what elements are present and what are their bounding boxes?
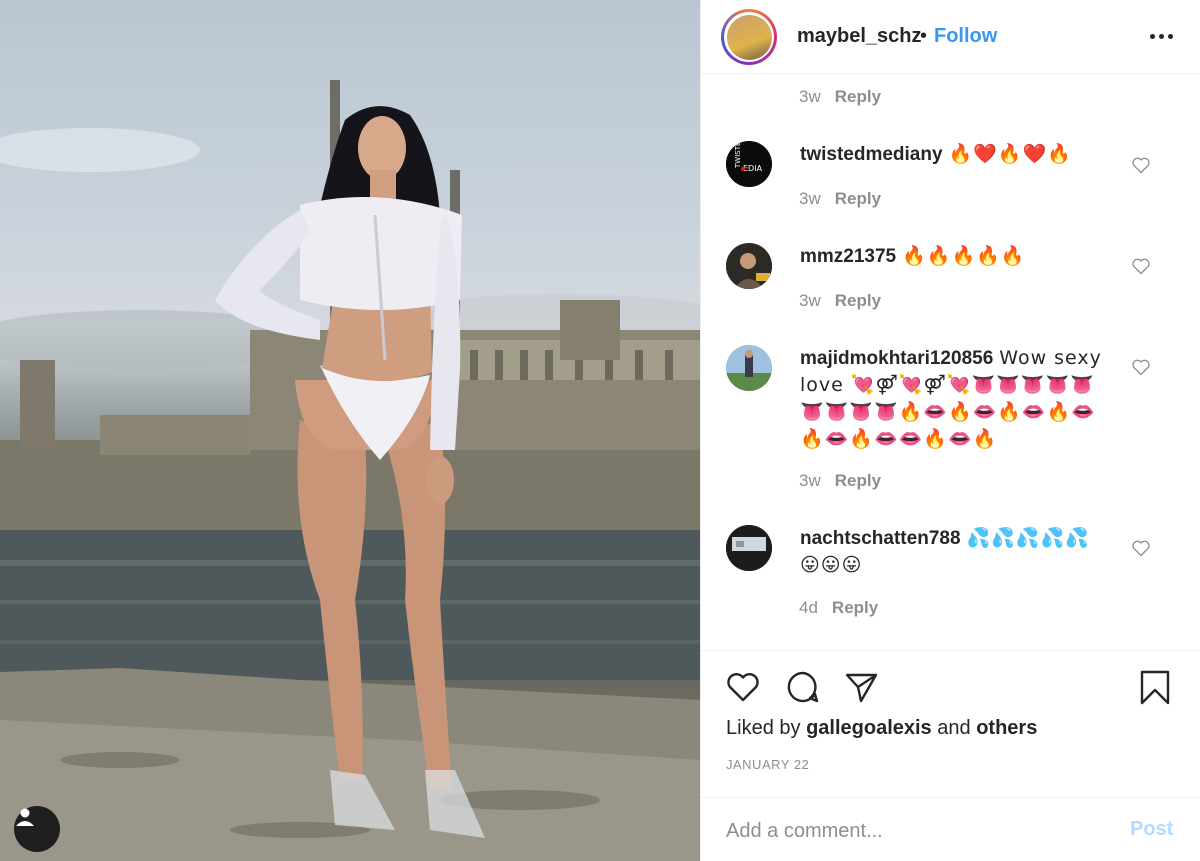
comment-time: 3w xyxy=(799,189,821,208)
photo-scene xyxy=(0,80,700,861)
more-options-icon[interactable] xyxy=(1147,22,1175,50)
likes-prefix: Liked by xyxy=(726,717,801,739)
post-date[interactable]: JANUARY 22 xyxy=(726,757,809,772)
header-separator: • xyxy=(920,25,928,47)
likes-summary: Liked by gallegoalexis and others xyxy=(726,717,1037,740)
reply-button[interactable]: Reply xyxy=(835,87,881,106)
author-username[interactable]: maybel_schz xyxy=(797,25,922,48)
comment-meta: 4d Reply xyxy=(799,598,878,618)
comment-item: mmz21375 🔥🔥🔥🔥🔥 xyxy=(800,243,1110,270)
comment-username[interactable]: majidmokhtari120856 xyxy=(800,348,993,369)
svg-text:EDIA: EDIA xyxy=(743,164,763,173)
comment-meta: 3w Reply xyxy=(799,87,881,107)
commenter-avatar[interactable] xyxy=(726,243,772,289)
comment-bubble-icon[interactable] xyxy=(785,669,821,705)
like-comment-heart-icon[interactable] xyxy=(1131,538,1151,558)
svg-text:TWISTED: TWISTED xyxy=(734,141,742,169)
like-heart-icon[interactable] xyxy=(725,669,761,705)
tagged-users-button[interactable] xyxy=(14,806,60,852)
comment-composer: Post xyxy=(701,797,1200,861)
like-comment-heart-icon[interactable] xyxy=(1131,357,1151,377)
comment-username[interactable]: mmz21375 xyxy=(800,246,896,267)
reply-button[interactable]: Reply xyxy=(835,471,881,490)
comment-meta: 3w Reply xyxy=(799,291,881,311)
reply-button[interactable]: Reply xyxy=(835,291,881,310)
reply-button[interactable]: Reply xyxy=(835,189,881,208)
reply-button[interactable]: Reply xyxy=(832,598,878,617)
likes-and: and xyxy=(937,717,971,739)
comments-list[interactable]: 3w Reply TWISTED EDIA twistedmediany 🔥❤️🔥❤… xyxy=(701,75,1200,650)
save-bookmark-icon[interactable] xyxy=(1137,669,1173,705)
follow-button[interactable]: Follow xyxy=(934,25,997,48)
comment-time: 3w xyxy=(799,87,821,106)
author-avatar[interactable] xyxy=(721,9,777,65)
comment-text: 🔥❤️🔥❤️🔥 xyxy=(948,143,1072,165)
comment-item: nachtschatten788 💦💦💦💦💦😛😛😛 xyxy=(800,525,1110,579)
like-comment-heart-icon[interactable] xyxy=(1131,256,1151,276)
comment-time: 4d xyxy=(799,598,818,617)
share-paper-plane-icon[interactable] xyxy=(843,669,879,705)
post-header: maybel_schz • Follow xyxy=(701,0,1200,74)
commenter-avatar[interactable]: TWISTED EDIA xyxy=(726,141,772,187)
comment-meta: 3w Reply xyxy=(799,189,881,209)
comment-meta: 3w Reply xyxy=(799,471,881,491)
user-icon xyxy=(16,808,34,826)
comment-username[interactable]: twistedmediany xyxy=(800,144,943,165)
comment-text: 🔥🔥🔥🔥🔥 xyxy=(902,245,1026,267)
comment-item: majidmokhtari120856 Wow sexy love 💘⚤💘⚤💘👅👅… xyxy=(800,345,1110,453)
post-comment-button[interactable]: Post xyxy=(1130,818,1173,841)
comment-item: twistedmediany 🔥❤️🔥❤️🔥 xyxy=(800,141,1110,168)
comment-time: 3w xyxy=(799,471,821,490)
comment-time: 3w xyxy=(799,291,821,310)
liked-by-user-link[interactable]: gallegoalexis xyxy=(806,717,932,739)
commenter-avatar[interactable] xyxy=(726,525,772,571)
commenter-avatar[interactable] xyxy=(726,345,772,391)
post-detail-panel: maybel_schz • Follow 3w Reply TWISTED EDI… xyxy=(700,0,1200,861)
post-actions: Liked by gallegoalexis and others JANUAR… xyxy=(701,650,1200,812)
comment-username[interactable]: nachtschatten788 xyxy=(800,528,961,549)
post-photo[interactable] xyxy=(0,0,700,861)
add-comment-input[interactable] xyxy=(726,816,1106,846)
liked-by-others-link[interactable]: others xyxy=(976,717,1037,739)
like-comment-heart-icon[interactable] xyxy=(1131,155,1151,175)
